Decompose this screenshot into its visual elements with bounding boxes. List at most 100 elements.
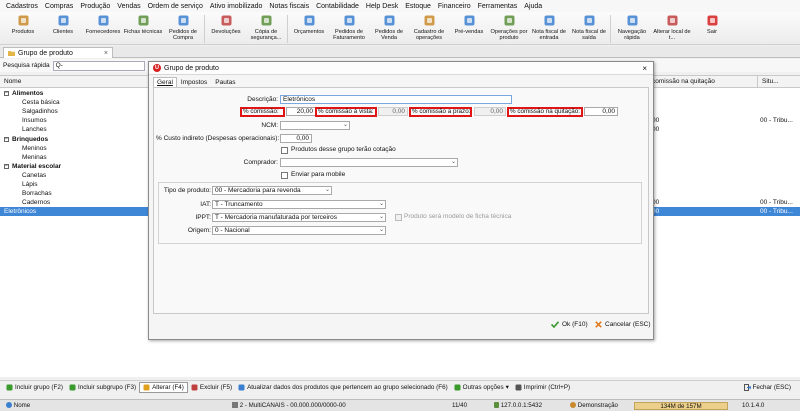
descricao-label: Descrição: bbox=[247, 96, 278, 103]
action-button-5[interactable]: Outras opções ▾ bbox=[451, 384, 512, 391]
toolbar-button-0[interactable]: Produtos bbox=[3, 12, 43, 45]
toolbar-button-13[interactable]: Nota fiscal de entrada bbox=[529, 12, 569, 45]
tab-geral[interactable]: Geral bbox=[153, 77, 177, 87]
comissao-input[interactable]: 20,00 bbox=[286, 107, 316, 116]
toolbar-separator bbox=[610, 15, 611, 43]
toolbar-button-16[interactable]: Alterar local de t... bbox=[652, 12, 692, 45]
tab-pautas[interactable]: Pautas bbox=[211, 77, 239, 87]
toolbar-button-1[interactable]: Clientes bbox=[43, 12, 83, 45]
toolbar-button-14[interactable]: Nota fiscal de saída bbox=[569, 12, 609, 45]
row-name: Lápis bbox=[22, 181, 38, 188]
company-icon bbox=[232, 402, 238, 409]
truck-icon bbox=[98, 15, 108, 26]
menu-4[interactable]: Ordem de serviço bbox=[148, 3, 203, 10]
product-ops-icon bbox=[504, 15, 514, 26]
comissao-vista-label: % comissão à vista: bbox=[315, 107, 377, 117]
action-button-1[interactable]: Incluir subgrupo (F3) bbox=[66, 384, 139, 391]
collapse-icon[interactable]: − bbox=[4, 136, 9, 142]
tab-close-icon[interactable]: × bbox=[104, 50, 108, 57]
action-button-0[interactable]: Incluir grupo (F2) bbox=[3, 384, 66, 391]
custo-indireto-input[interactable]: 0,00 bbox=[280, 134, 312, 143]
return-icon bbox=[221, 15, 231, 26]
menu-8[interactable]: Help Desk bbox=[366, 3, 398, 10]
mobile-checkbox[interactable] bbox=[281, 172, 288, 179]
collapse-icon[interactable]: − bbox=[4, 91, 9, 96]
dialog-close-icon[interactable]: × bbox=[642, 64, 647, 73]
toolbar-button-7[interactable]: Orçamentos bbox=[289, 12, 329, 45]
action-button-2[interactable]: Alterar (F4) bbox=[139, 382, 188, 393]
column-name[interactable]: Nome bbox=[4, 78, 21, 85]
column-situation[interactable]: Situ... bbox=[762, 78, 779, 85]
column-commission-quitacao[interactable]: comissão na quitação bbox=[652, 78, 715, 85]
menu-10[interactable]: Financeiro bbox=[438, 3, 471, 10]
origem-select[interactable]: 0 - Nacional ⌄ bbox=[212, 226, 386, 235]
invoice-icon bbox=[344, 15, 354, 26]
checkmark-icon bbox=[551, 321, 559, 328]
chevron-down-icon: ⌄ bbox=[342, 122, 348, 128]
ippt-select[interactable]: T - Mercadoria manufaturada por terceiro… bbox=[212, 213, 386, 222]
action-button-3[interactable]: Excluir (F5) bbox=[188, 384, 235, 391]
comissao-vista-input[interactable]: 0,00 bbox=[378, 107, 408, 116]
nf-out-icon bbox=[584, 15, 594, 26]
folder-icon bbox=[8, 51, 15, 56]
action-button-6[interactable]: Imprimir (Ctrl+P) bbox=[512, 384, 573, 391]
toolbar-button-6[interactable]: Cópia de segurança... bbox=[246, 12, 286, 45]
tipo-produto-select[interactable]: 00 - Mercadoria para revenda ⌄ bbox=[212, 186, 332, 195]
menu-7[interactable]: Contabilidade bbox=[316, 3, 359, 10]
iat-label: IAT: bbox=[200, 201, 211, 208]
toolbar-button-8[interactable]: Pedidos de Faturamento bbox=[329, 12, 369, 45]
menu-3[interactable]: Vendas bbox=[117, 3, 140, 10]
ncm-select[interactable]: ⌄ bbox=[280, 121, 350, 130]
close-button[interactable]: Fechar (ESC) bbox=[741, 384, 795, 391]
menu-5[interactable]: Ativo imobilizado bbox=[210, 3, 263, 10]
iat-select[interactable]: T - Truncamento ⌄ bbox=[212, 200, 386, 209]
toolbar-button-15[interactable]: Navegação rápida bbox=[612, 12, 652, 45]
quick-search-label: Pesquisa rápida bbox=[3, 62, 50, 69]
modelo-ficha-label: Produto será modelo de ficha técnica bbox=[404, 213, 512, 220]
modelo-ficha-checkbox[interactable] bbox=[395, 214, 402, 221]
location-icon bbox=[667, 15, 677, 26]
chevron-down-icon: ⌄ bbox=[450, 159, 456, 165]
row-name: Meninas bbox=[22, 153, 47, 161]
menu-9[interactable]: Estoque bbox=[405, 3, 431, 10]
tab-grupo-produto[interactable]: Grupo de produto × bbox=[3, 47, 113, 58]
toolbar-button-9[interactable]: Pedidos de Venda bbox=[369, 12, 409, 45]
descricao-input[interactable]: Eletrônicos bbox=[280, 95, 512, 104]
tab-impostos[interactable]: Impostos bbox=[177, 77, 211, 87]
search-icon: Q- bbox=[55, 62, 63, 69]
toolbar-button-11[interactable]: Pré-vendas bbox=[449, 12, 489, 45]
comissao-prazo-input[interactable]: 0,00 bbox=[474, 107, 506, 116]
mobile-label: Enviar para mobile bbox=[291, 171, 346, 178]
toolbar-button-17[interactable]: Sair bbox=[692, 12, 732, 45]
comissao-quitacao-input[interactable]: 0,00 bbox=[584, 107, 618, 116]
action-bar: Incluir grupo (F2) Incluir subgrupo (F3) A… bbox=[0, 380, 800, 394]
menu-1[interactable]: Compras bbox=[45, 3, 73, 10]
dialog-title-bar: U Grupo de produto × bbox=[149, 62, 653, 75]
toolbar-button-2[interactable]: Fornecedores bbox=[83, 12, 123, 45]
row-name: Meninos bbox=[22, 144, 47, 152]
quote-icon bbox=[304, 15, 314, 26]
status-records: 11/40 bbox=[452, 402, 468, 409]
toolbar-button-4[interactable]: Pedidos de Compra bbox=[163, 12, 203, 45]
ok-button[interactable]: Ok (F10) bbox=[551, 321, 588, 328]
cotacao-checkbox[interactable] bbox=[281, 147, 288, 154]
close-button-label: Fechar (ESC) bbox=[752, 384, 792, 391]
toolbar-button-3[interactable]: Fichas técnicas bbox=[123, 12, 163, 45]
collapse-icon[interactable]: − bbox=[4, 163, 9, 169]
comprador-select[interactable]: ⌄ bbox=[280, 158, 458, 167]
chevron-down-icon: ⌄ bbox=[378, 214, 384, 220]
toolbar-button-12[interactable]: Operações por produto bbox=[489, 12, 529, 45]
menu-12[interactable]: Ajuda bbox=[524, 3, 542, 10]
menu-0[interactable]: Cadastros bbox=[6, 3, 38, 10]
row-situation: 00 - Tribu... bbox=[760, 199, 793, 207]
chevron-down-icon: ⌄ bbox=[378, 227, 384, 233]
toolbar-button-5[interactable]: Devoluções bbox=[206, 12, 246, 45]
menu-2[interactable]: Produção bbox=[80, 3, 110, 10]
comissao-label: % comissão: bbox=[240, 107, 285, 117]
cancel-button[interactable]: Cancelar (ESC) bbox=[595, 321, 651, 328]
menu-6[interactable]: Notas fiscais bbox=[269, 3, 309, 10]
quick-search-input[interactable]: Q- bbox=[52, 60, 145, 71]
action-button-4[interactable]: Atualizar dados dos produtos que pertenc… bbox=[235, 384, 451, 391]
toolbar-button-10[interactable]: Cadastro de operações bbox=[409, 12, 449, 45]
menu-11[interactable]: Ferramentas bbox=[478, 3, 518, 10]
